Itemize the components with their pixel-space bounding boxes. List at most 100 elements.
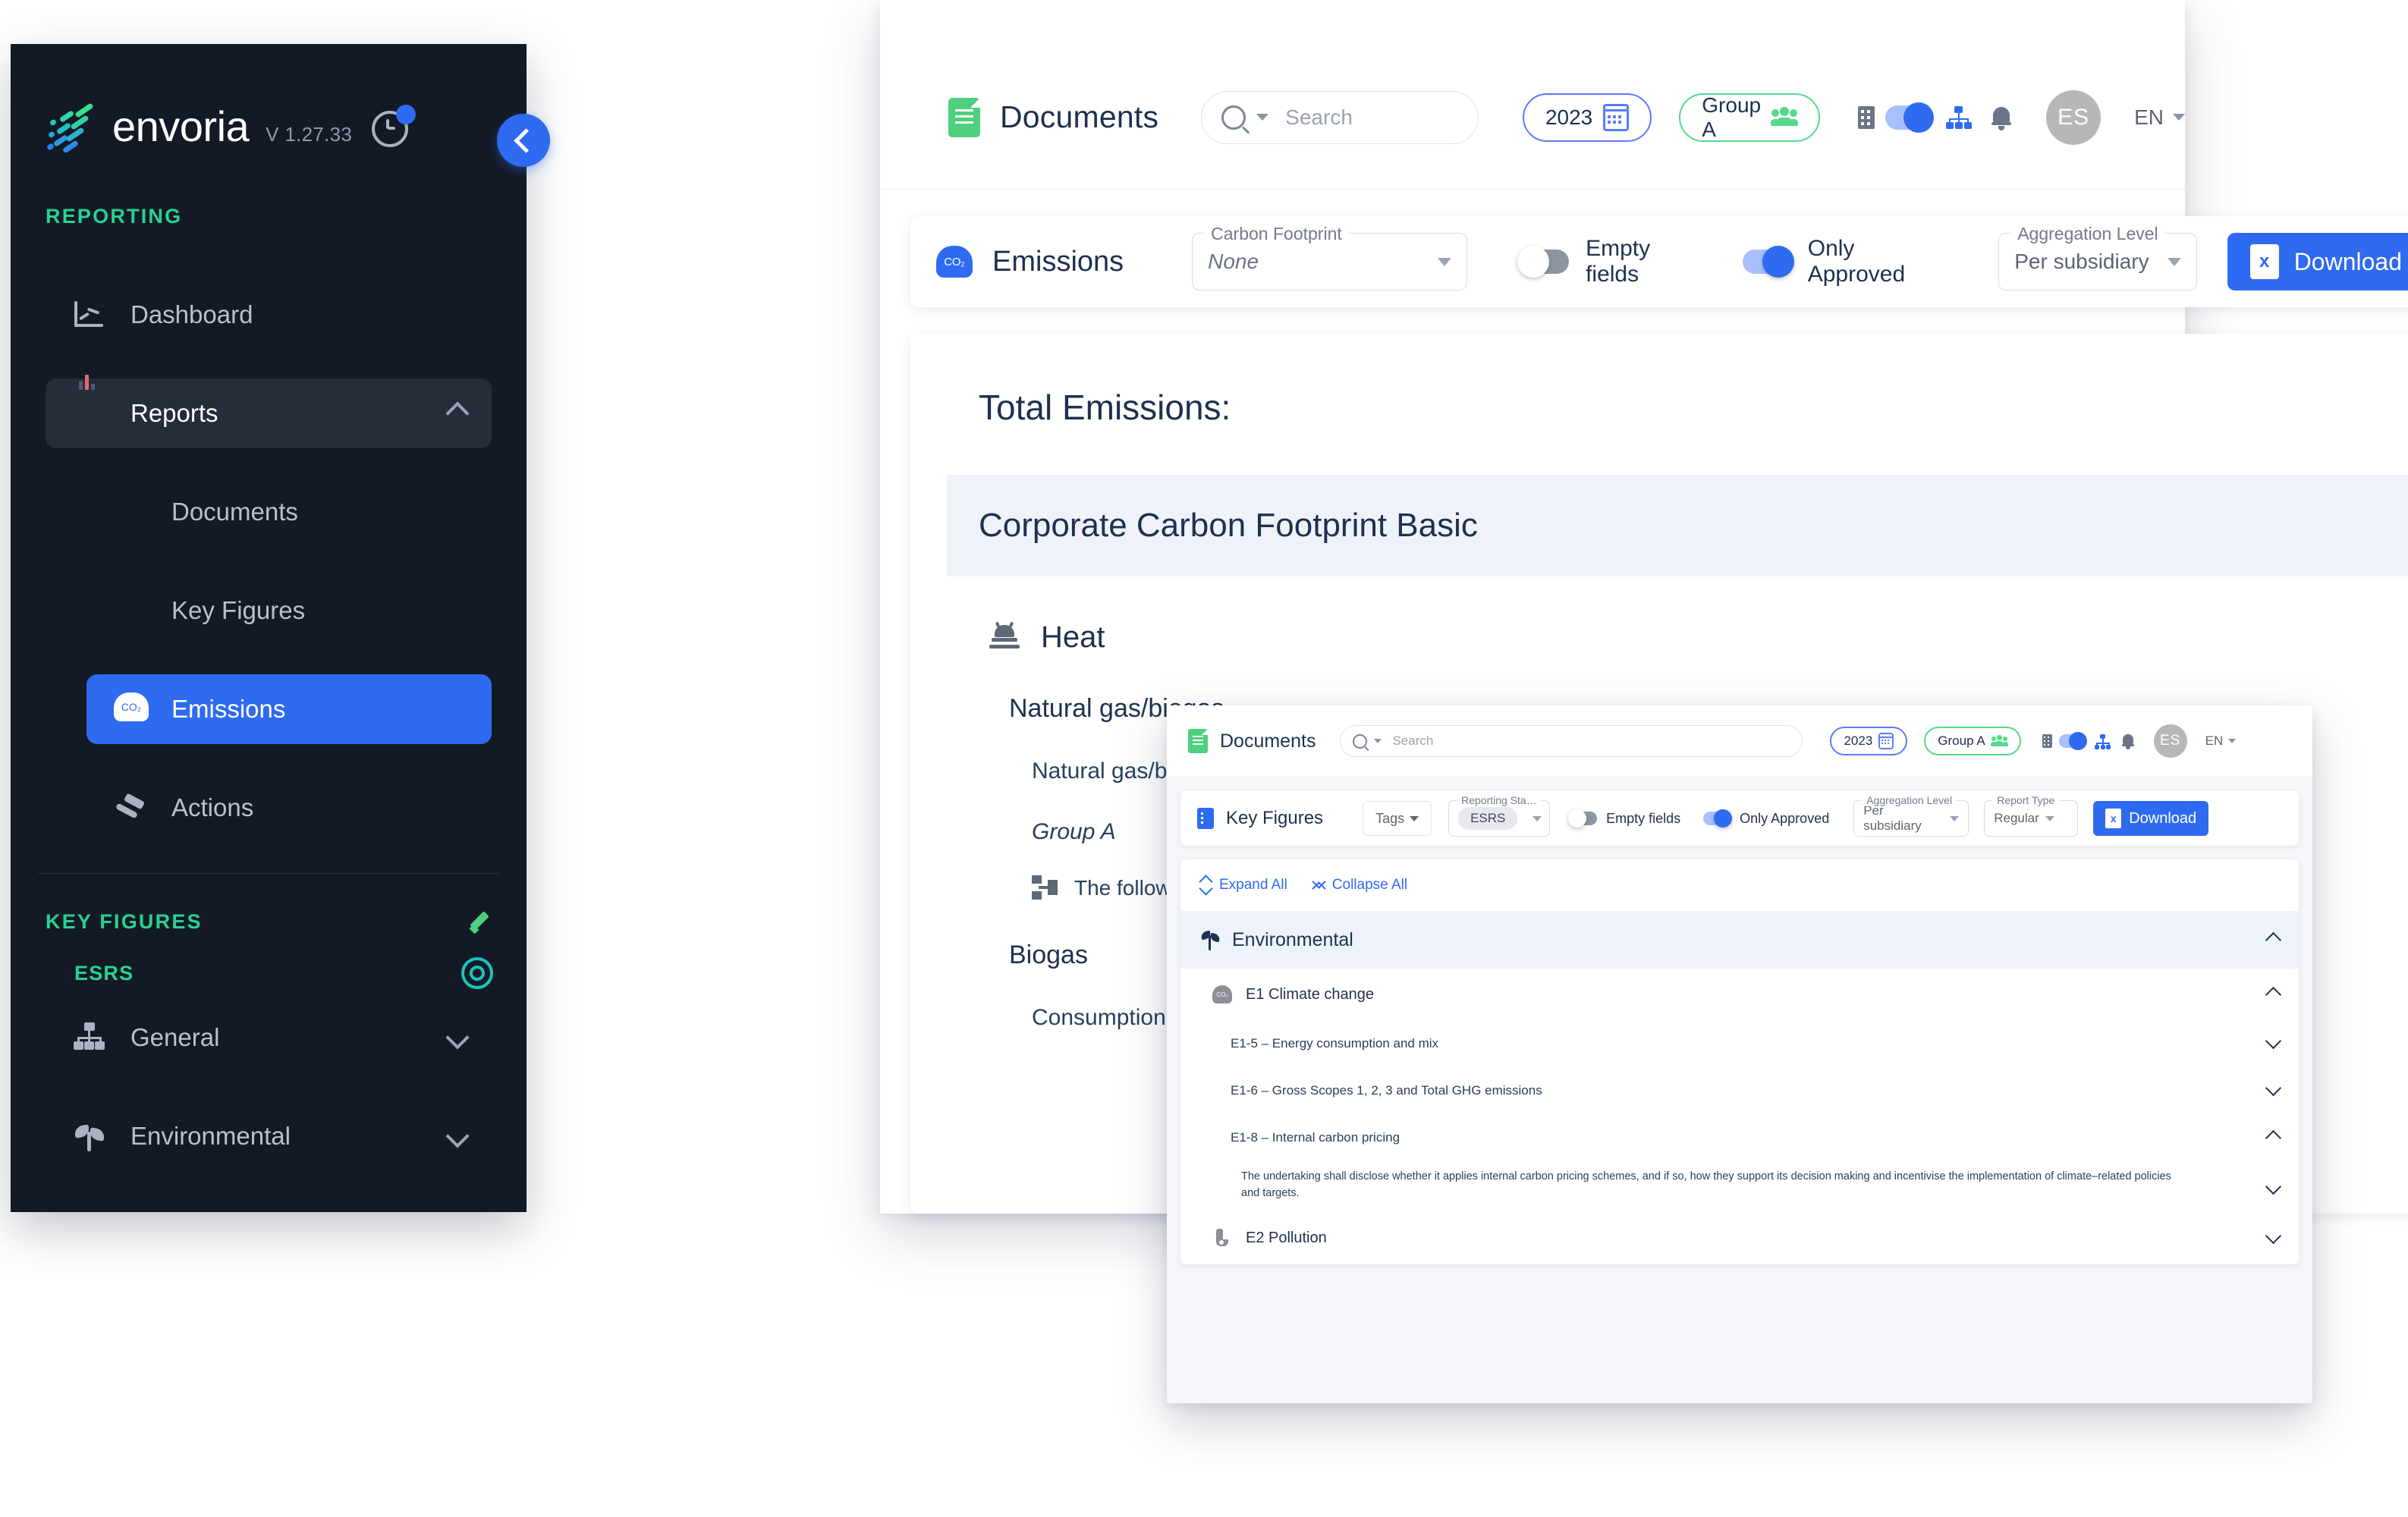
tree-node-e1-8-description: The undertaking shall disclose whether i…	[1180, 1161, 2299, 1213]
co2-cloud-icon: CO₂	[114, 693, 149, 726]
sidebar-item-emissions[interactable]: CO₂ Emissions	[86, 674, 492, 744]
chevron-up-icon[interactable]	[2265, 931, 2282, 948]
carbon-footprint-value: None	[1208, 250, 1259, 273]
excel-file-icon	[2105, 809, 2122, 828]
only-approved-toggle[interactable]	[1742, 246, 1794, 278]
search-input[interactable]: Search	[1201, 90, 1479, 144]
chevron-left-icon	[513, 127, 539, 153]
report-type-select[interactable]: Report Type Regular	[1984, 794, 2079, 837]
download-button[interactable]: Download	[2227, 233, 2408, 291]
download-button[interactable]: Download	[2093, 801, 2209, 836]
sidebar-item-label: Key Figures	[171, 596, 306, 624]
download-label: Download	[2293, 247, 2402, 275]
chevron-down-icon	[1533, 815, 1542, 821]
app-top-bar: Documents Search 2023 Group A ES EN	[880, 46, 2185, 190]
expand-all-button[interactable]: Expand All	[1199, 875, 1287, 896]
sidebar-item-actions[interactable]: Actions	[86, 773, 492, 843]
org-chart-icon[interactable]	[1946, 105, 1973, 129]
target-icon[interactable]	[461, 957, 493, 989]
search-input[interactable]: Search	[1340, 725, 1803, 757]
co2-cloud-icon: CO₂	[1212, 985, 1232, 1003]
chevron-up-icon[interactable]	[2265, 1129, 2282, 1146]
empty-fields-toggle[interactable]	[1517, 246, 1570, 278]
group-selector[interactable]: Group A	[1679, 93, 1821, 142]
envoria-logo-icon	[46, 102, 106, 156]
description-text: The undertaking shall disclose whether i…	[1241, 1170, 2171, 1199]
chevron-down-icon	[2173, 114, 2185, 121]
expand-all-label: Expand All	[1219, 877, 1287, 893]
scope-toggle[interactable]	[1885, 102, 1935, 133]
search-icon	[1221, 105, 1246, 130]
chevron-down-icon	[1438, 257, 1452, 266]
group-selector[interactable]: Group A	[1924, 727, 2021, 755]
sidebar-item-documents[interactable]: Documents	[86, 477, 492, 547]
sidebar: envoria V 1.27.33 REPORTING Dashboard Re…	[11, 44, 527, 1212]
year-selector[interactable]: 2023	[1522, 93, 1652, 142]
document-icon	[948, 97, 980, 137]
sidebar-item-reports[interactable]: Reports	[46, 375, 492, 448]
tree-node-e1-climate-change[interactable]: CO₂ E1 Climate change	[1180, 969, 2299, 1020]
collapse-sidebar-button[interactable]	[497, 114, 550, 167]
collapse-all-button[interactable]: Collapse All	[1312, 875, 1408, 896]
chevron-down-icon[interactable]	[2265, 1227, 2282, 1244]
only-approved-toggle[interactable]	[1703, 809, 1733, 828]
sidebar-item-key-figures[interactable]: Key Figures	[86, 576, 492, 645]
chevron-down-icon[interactable]	[2265, 1032, 2282, 1050]
history-clock-icon[interactable]	[372, 105, 417, 147]
org-chart-icon[interactable]	[2094, 733, 2111, 749]
tree-node-e1-6[interactable]: E1-6 – Gross Scopes 1, 2, 3 and Total GH…	[1180, 1067, 2299, 1114]
only-approved-label: Only Approved	[1807, 236, 1906, 287]
building-icon[interactable]	[2042, 734, 2052, 748]
sidebar-item-label: Environmental	[130, 1122, 291, 1150]
module-title: Key Figures	[1226, 808, 1324, 828]
aggregation-level-value: Per subsidiary	[2014, 250, 2149, 273]
tree-node-e2-pollution[interactable]: E2 Pollution	[1180, 1213, 2299, 1264]
notifications-bell-icon[interactable]	[2121, 733, 2134, 749]
search-filter-caret-icon[interactable]	[1256, 114, 1269, 121]
edit-pencil-icon[interactable]	[467, 909, 493, 934]
scope-toggle[interactable]	[2058, 732, 2087, 750]
report-section-band: Corporate Carbon Footprint Basic	[947, 475, 2408, 576]
chevron-down-icon	[1950, 815, 1960, 821]
carbon-footprint-select[interactable]: Carbon Footprint None	[1192, 224, 1468, 291]
key-figures-icon	[114, 594, 147, 627]
language-selector[interactable]: EN	[2134, 105, 2185, 130]
carbon-footprint-label: Carbon Footprint	[1205, 224, 1348, 244]
sidebar-section-label: KEY FIGURES	[46, 909, 203, 933]
chevron-down-icon[interactable]	[2265, 1079, 2282, 1097]
empty-fields-label: Empty fields	[1586, 236, 1651, 287]
tree-node-label: E2 Pollution	[1246, 1230, 1327, 1246]
sidebar-esrs-row[interactable]: ESRS	[11, 934, 527, 989]
tree-group-environmental[interactable]: Environmental	[1180, 911, 2299, 969]
notifications-bell-icon[interactable]	[1991, 105, 2012, 130]
empty-fields-toggle[interactable]	[1568, 809, 1598, 828]
search-filter-caret-icon[interactable]	[1374, 739, 1382, 743]
people-icon	[1771, 106, 1799, 128]
language-selector[interactable]: EN	[2205, 733, 2237, 749]
heat-group-row[interactable]: Heat	[910, 576, 2408, 655]
collapse-all-label: Collapse All	[1331, 877, 1408, 893]
building-icon[interactable]	[1858, 105, 1875, 129]
tags-button[interactable]: Tags	[1363, 801, 1432, 836]
tree-node-e1-5[interactable]: E1-5 – Energy consumption and mix	[1180, 1020, 2299, 1067]
sidebar-nav: Dashboard Reports Documents Key Figures …	[11, 228, 527, 843]
aggregation-level-select[interactable]: Aggregation Level Per subsidiary	[1853, 794, 1969, 837]
chevron-up-icon[interactable]	[2265, 986, 2282, 1003]
app-top-bar: Documents Search 2023 Group A ES EN	[1167, 705, 2312, 777]
avatar[interactable]: ES	[2046, 90, 2101, 145]
emissions-filter-bar: CO₂ Emissions Carbon Footprint None Empt…	[910, 216, 2408, 307]
chevron-down-icon	[445, 1025, 470, 1050]
plant-icon	[1199, 928, 1221, 951]
tree-node-e1-8[interactable]: E1-8 – Internal carbon pricing	[1180, 1114, 2299, 1161]
sidebar-item-label: Actions	[171, 793, 254, 821]
year-selector[interactable]: 2023	[1830, 727, 1908, 755]
avatar[interactable]: ES	[2153, 724, 2187, 758]
sidebar-section-key-figures: KEY FIGURES	[11, 874, 527, 934]
aggregation-level-select[interactable]: Aggregation Level Per subsidiary	[1998, 224, 2197, 291]
chevron-down-icon[interactable]	[2265, 1178, 2282, 1195]
sidebar-item-environmental[interactable]: Environmental	[46, 1101, 492, 1171]
reporting-standard-select[interactable]: Reporting Sta… ESRS	[1448, 794, 1551, 837]
only-approved-label: Only Approved	[1740, 810, 1830, 826]
sidebar-item-dashboard[interactable]: Dashboard	[46, 280, 492, 350]
sidebar-item-general[interactable]: General	[46, 1003, 492, 1073]
